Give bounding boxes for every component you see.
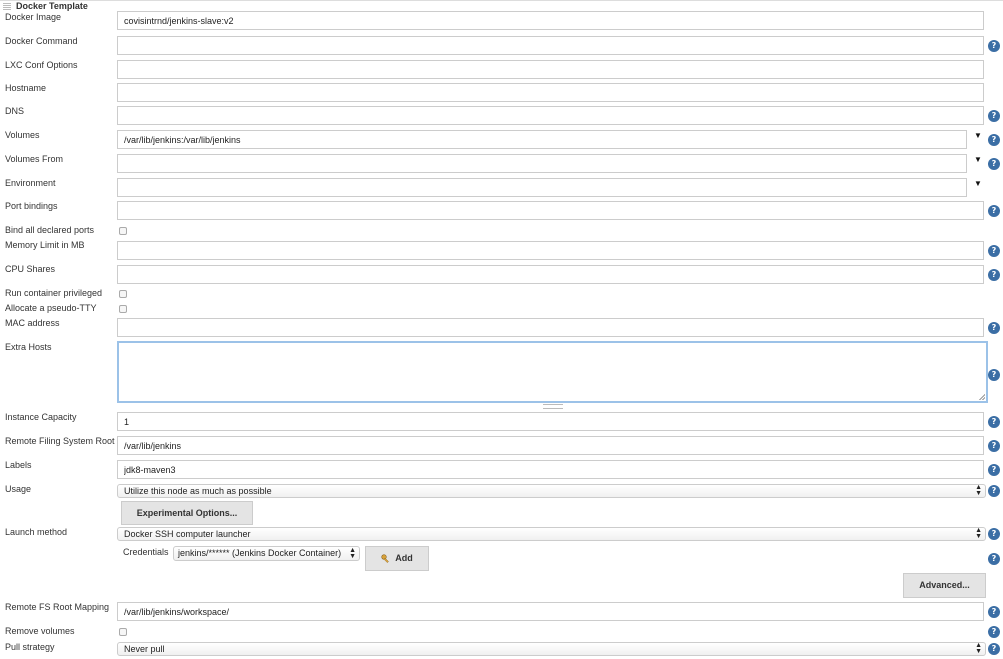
- launch-method-select-value: Docker SSH computer launcher: [124, 529, 251, 539]
- help-icon[interactable]: ?: [988, 626, 1000, 638]
- volumes-input[interactable]: [117, 130, 967, 149]
- port-bindings-label: Port bindings: [5, 201, 58, 211]
- pull-strategy-select[interactable]: Never pull ▲ ▼: [117, 642, 986, 656]
- help-icon[interactable]: ?: [988, 110, 1000, 122]
- labels-label: Labels: [5, 460, 32, 470]
- pseudo-tty-label: Allocate a pseudo-TTY: [5, 303, 97, 313]
- environment-input[interactable]: [117, 178, 967, 197]
- cpu-shares-input[interactable]: [117, 265, 984, 284]
- hostname-label: Hostname: [5, 83, 47, 93]
- credentials-label: Credentials: [123, 547, 169, 557]
- lxc-conf-label: LXC Conf Options: [5, 60, 78, 70]
- port-bindings-input[interactable]: [117, 201, 984, 220]
- dns-input[interactable]: [117, 106, 984, 125]
- lxc-conf-input[interactable]: [117, 60, 984, 79]
- help-icon[interactable]: ?: [988, 322, 1000, 334]
- key-icon: [381, 554, 390, 563]
- environment-dropdown-icon[interactable]: ▼: [974, 179, 982, 188]
- extra-hosts-label: Extra Hosts: [5, 342, 52, 352]
- help-icon[interactable]: ?: [988, 369, 1000, 381]
- add-credentials-button[interactable]: Add: [365, 546, 429, 571]
- credentials-select[interactable]: jenkins/****** (Jenkins Docker Container…: [173, 546, 360, 561]
- mac-address-label: MAC address: [5, 318, 60, 328]
- select-arrows-icon: ▲ ▼: [975, 642, 982, 655]
- help-icon[interactable]: ?: [988, 269, 1000, 281]
- advanced-button[interactable]: Advanced...: [903, 573, 986, 598]
- help-icon[interactable]: ?: [988, 643, 1000, 655]
- docker-image-input[interactable]: [117, 11, 984, 30]
- run-privileged-checkbox[interactable]: [119, 290, 127, 298]
- instance-capacity-label: Instance Capacity: [5, 412, 77, 422]
- remove-volumes-label: Remove volumes: [5, 626, 75, 636]
- drag-handle-icon[interactable]: [3, 2, 11, 10]
- launch-method-label: Launch method: [5, 527, 68, 537]
- labels-input[interactable]: [117, 460, 984, 479]
- instance-capacity-input[interactable]: [117, 412, 984, 431]
- docker-command-input[interactable]: [117, 36, 984, 55]
- help-icon[interactable]: ?: [988, 134, 1000, 146]
- volumes-label: Volumes: [5, 130, 40, 140]
- resize-handle-icon[interactable]: [979, 394, 985, 400]
- help-icon[interactable]: ?: [988, 416, 1000, 428]
- help-icon[interactable]: ?: [988, 40, 1000, 52]
- pull-strategy-select-value: Never pull: [124, 644, 165, 654]
- usage-label: Usage: [5, 484, 32, 494]
- remote-fs-mapping-label: Remote FS Root Mapping: [5, 602, 110, 612]
- remote-fs-mapping-input[interactable]: [117, 602, 984, 621]
- hostname-input[interactable]: [117, 83, 984, 102]
- add-button-label: Add: [395, 553, 413, 563]
- memory-limit-label: Memory Limit in MB: [5, 240, 85, 250]
- volumes-from-label: Volumes From: [5, 154, 64, 164]
- help-icon[interactable]: ?: [988, 606, 1000, 618]
- dns-label: DNS: [5, 106, 25, 116]
- volumes-from-dropdown-icon[interactable]: ▼: [974, 155, 982, 164]
- remote-fs-root-input[interactable]: [117, 436, 984, 455]
- pull-strategy-label: Pull strategy: [5, 642, 55, 652]
- help-icon[interactable]: ?: [988, 464, 1000, 476]
- mac-address-input[interactable]: [117, 318, 984, 337]
- help-icon[interactable]: ?: [988, 553, 1000, 565]
- pseudo-tty-checkbox[interactable]: [119, 305, 127, 313]
- help-icon[interactable]: ?: [988, 485, 1000, 497]
- remove-volumes-checkbox[interactable]: [119, 628, 127, 636]
- help-icon[interactable]: ?: [988, 158, 1000, 170]
- run-privileged-label: Run container privileged: [5, 288, 103, 298]
- help-icon[interactable]: ?: [988, 245, 1000, 257]
- volumes-from-input[interactable]: [117, 154, 967, 173]
- experimental-options-button[interactable]: Experimental Options...: [121, 501, 253, 525]
- remote-fs-root-label: Remote Filing System Root: [5, 436, 115, 446]
- select-arrows-icon: ▲ ▼: [349, 547, 356, 560]
- docker-command-label: Docker Command: [5, 36, 78, 46]
- bind-all-ports-checkbox[interactable]: [119, 227, 127, 235]
- credentials-select-value: jenkins/****** (Jenkins Docker Container…: [178, 548, 342, 558]
- docker-image-label: Docker Image: [5, 12, 62, 22]
- docker-template-header: Docker Template: [0, 0, 1003, 11]
- extra-hosts-textarea[interactable]: [117, 341, 988, 403]
- textarea-grip-icon[interactable]: [543, 404, 563, 409]
- usage-select-value: Utilize this node as much as possible: [124, 486, 272, 496]
- help-icon[interactable]: ?: [988, 205, 1000, 217]
- memory-limit-input[interactable]: [117, 241, 984, 260]
- launch-method-select[interactable]: Docker SSH computer launcher ▲ ▼: [117, 527, 986, 541]
- volumes-dropdown-icon[interactable]: ▼: [974, 131, 982, 140]
- environment-label: Environment: [5, 178, 56, 188]
- usage-select[interactable]: Utilize this node as much as possible ▲ ▼: [117, 484, 986, 498]
- select-arrows-icon: ▲ ▼: [975, 527, 982, 540]
- bind-all-ports-label: Bind all declared ports: [5, 225, 95, 235]
- help-icon[interactable]: ?: [988, 528, 1000, 540]
- cpu-shares-label: CPU Shares: [5, 264, 56, 274]
- help-icon[interactable]: ?: [988, 440, 1000, 452]
- section-title: Docker Template: [16, 1, 88, 11]
- select-arrows-icon: ▲ ▼: [975, 484, 982, 497]
